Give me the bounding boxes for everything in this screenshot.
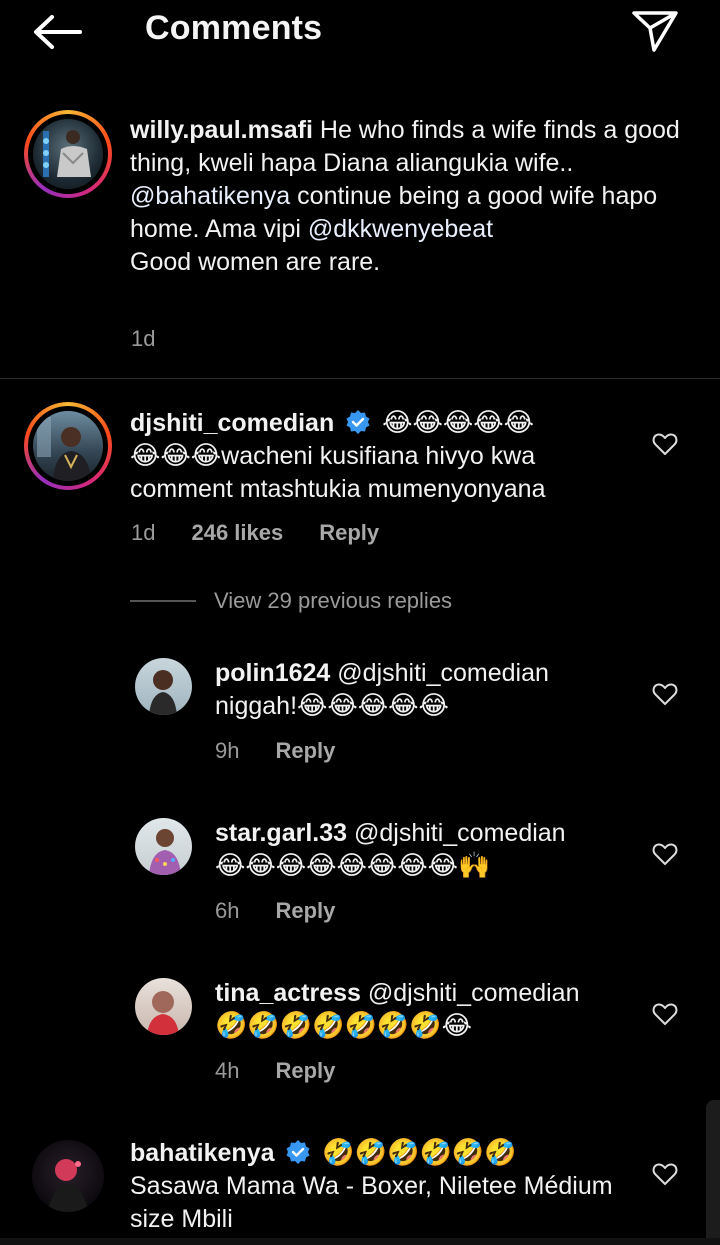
comment-username[interactable]: bahatikenya [130, 1139, 275, 1167]
reply-button[interactable]: Reply [275, 1058, 335, 1083]
emoji-text: 🤣🤣🤣🤣🤣🤣 [322, 1138, 517, 1168]
caption-meta: 1d [131, 326, 191, 352]
reply-button[interactable]: Reply [275, 898, 335, 923]
reply-body: niggah! [215, 692, 298, 720]
verified-badge-icon [346, 410, 370, 434]
avatar[interactable] [135, 978, 192, 1035]
verified-badge-icon [286, 1140, 310, 1164]
reply-meta: 4h Reply [215, 1058, 371, 1084]
emoji-text: 😂😂😂😂😂 [297, 691, 449, 721]
mention-link[interactable]: @bahatikenya [130, 182, 290, 210]
caption-username[interactable]: willy.paul.msafi [130, 116, 313, 144]
emoji-text: 😂😂😂😂😂 [382, 408, 535, 438]
reply-item: tina_actress @djshiti_comedian 🤣🤣🤣🤣🤣🤣🤣😂 4… [0, 975, 720, 1090]
divider [0, 378, 720, 379]
reply-button[interactable]: Reply [275, 738, 335, 763]
header-bar: Comments [0, 0, 720, 64]
heart-icon[interactable] [652, 842, 678, 866]
timestamp: 4h [215, 1058, 240, 1083]
reply-username[interactable]: star.garl.33 [215, 819, 347, 847]
story-ring[interactable] [24, 402, 112, 490]
avatar-figure [147, 991, 179, 1035]
reply-button[interactable]: Reply [319, 520, 379, 545]
avatar-figure [149, 670, 177, 715]
share-button[interactable] [630, 8, 680, 54]
comment-body: Sasawa Mama Wa - Boxer, Niletee Médium s… [130, 1172, 613, 1233]
arrow-left-icon [34, 15, 82, 49]
comment-username[interactable]: djshiti_comedian [130, 409, 334, 437]
view-previous-label: View 29 previous replies [214, 588, 453, 613]
scroll-indicator[interactable] [706, 1100, 720, 1245]
heart-icon[interactable] [652, 432, 678, 456]
reply-item: polin1624 @djshiti_comedian niggah!😂😂😂😂😂 … [0, 655, 720, 770]
post-caption: willy.paul.msafi He who finds a wife fin… [0, 108, 720, 368]
avatar-figure [37, 417, 91, 481]
caption-body-3: Good women are rare. [130, 248, 381, 276]
reply-item: star.garl.33 @djshiti_comedian 😂😂😂😂😂😂😂😂🙌 … [0, 815, 720, 930]
avatar[interactable] [33, 119, 103, 189]
comment-text: djshiti_comedian 😂😂😂😂😂 😂😂😂wacheni kusifi… [130, 407, 630, 506]
paper-plane-icon [632, 11, 678, 52]
avatar[interactable] [135, 658, 192, 715]
timestamp: 6h [215, 898, 240, 923]
likes-count[interactable]: 246 likes [191, 520, 283, 545]
emoji-text: 🤣🤣🤣🤣🤣🤣🤣😂 [215, 1011, 472, 1041]
comment-meta: 1d 246 likes Reply [131, 520, 415, 546]
timestamp: 1d [131, 326, 156, 351]
avatar-figure [43, 130, 91, 177]
reply-meta: 9h Reply [215, 738, 371, 764]
page-title: Comments [145, 9, 323, 47]
reply-username[interactable]: tina_actress [215, 979, 361, 1007]
comment-item: djshiti_comedian 😂😂😂😂😂 😂😂😂wacheni kusifi… [0, 400, 720, 570]
comment-text: bahatikenya 🤣🤣🤣🤣🤣🤣 Sasawa Mama Wa - Boxe… [130, 1137, 630, 1236]
avatar[interactable] [135, 818, 192, 875]
avatar[interactable] [33, 411, 103, 481]
reply-text: star.garl.33 @djshiti_comedian 😂😂😂😂😂😂😂😂🙌 [215, 817, 635, 883]
timestamp: 1d [131, 520, 156, 545]
emoji-text: 😂😂😂 [130, 441, 222, 471]
comment-item: bahatikenya 🤣🤣🤣🤣🤣🤣 Sasawa Mama Wa - Boxe… [0, 1135, 720, 1245]
mention-link[interactable]: @djshiti_comedian [368, 979, 580, 1007]
back-button[interactable] [30, 10, 84, 54]
mention-link[interactable]: @djshiti_comedian [354, 819, 566, 847]
reply-username[interactable]: polin1624 [215, 659, 330, 687]
caption-text: willy.paul.msafi He who finds a wife fin… [130, 114, 690, 279]
mention-link[interactable]: @dkkwenyebeat [308, 215, 493, 243]
avatar-figure [149, 829, 181, 875]
emoji-text: 😂😂😂😂😂😂😂😂🙌 [215, 851, 491, 881]
avatar[interactable] [32, 1140, 104, 1212]
reply-meta: 6h Reply [215, 898, 371, 924]
bottom-bar [0, 1238, 720, 1245]
mention-link[interactable]: @djshiti_comedian [337, 659, 549, 687]
heart-icon[interactable] [652, 682, 678, 706]
heart-icon[interactable] [652, 1002, 678, 1026]
divider-line [130, 600, 196, 602]
heart-icon[interactable] [652, 1162, 678, 1186]
reply-text: polin1624 @djshiti_comedian niggah!😂😂😂😂😂 [215, 657, 635, 723]
story-ring[interactable] [24, 110, 112, 198]
reply-text: tina_actress @djshiti_comedian 🤣🤣🤣🤣🤣🤣🤣😂 [215, 977, 635, 1043]
timestamp: 9h [215, 738, 240, 763]
avatar-figure [48, 1159, 88, 1212]
